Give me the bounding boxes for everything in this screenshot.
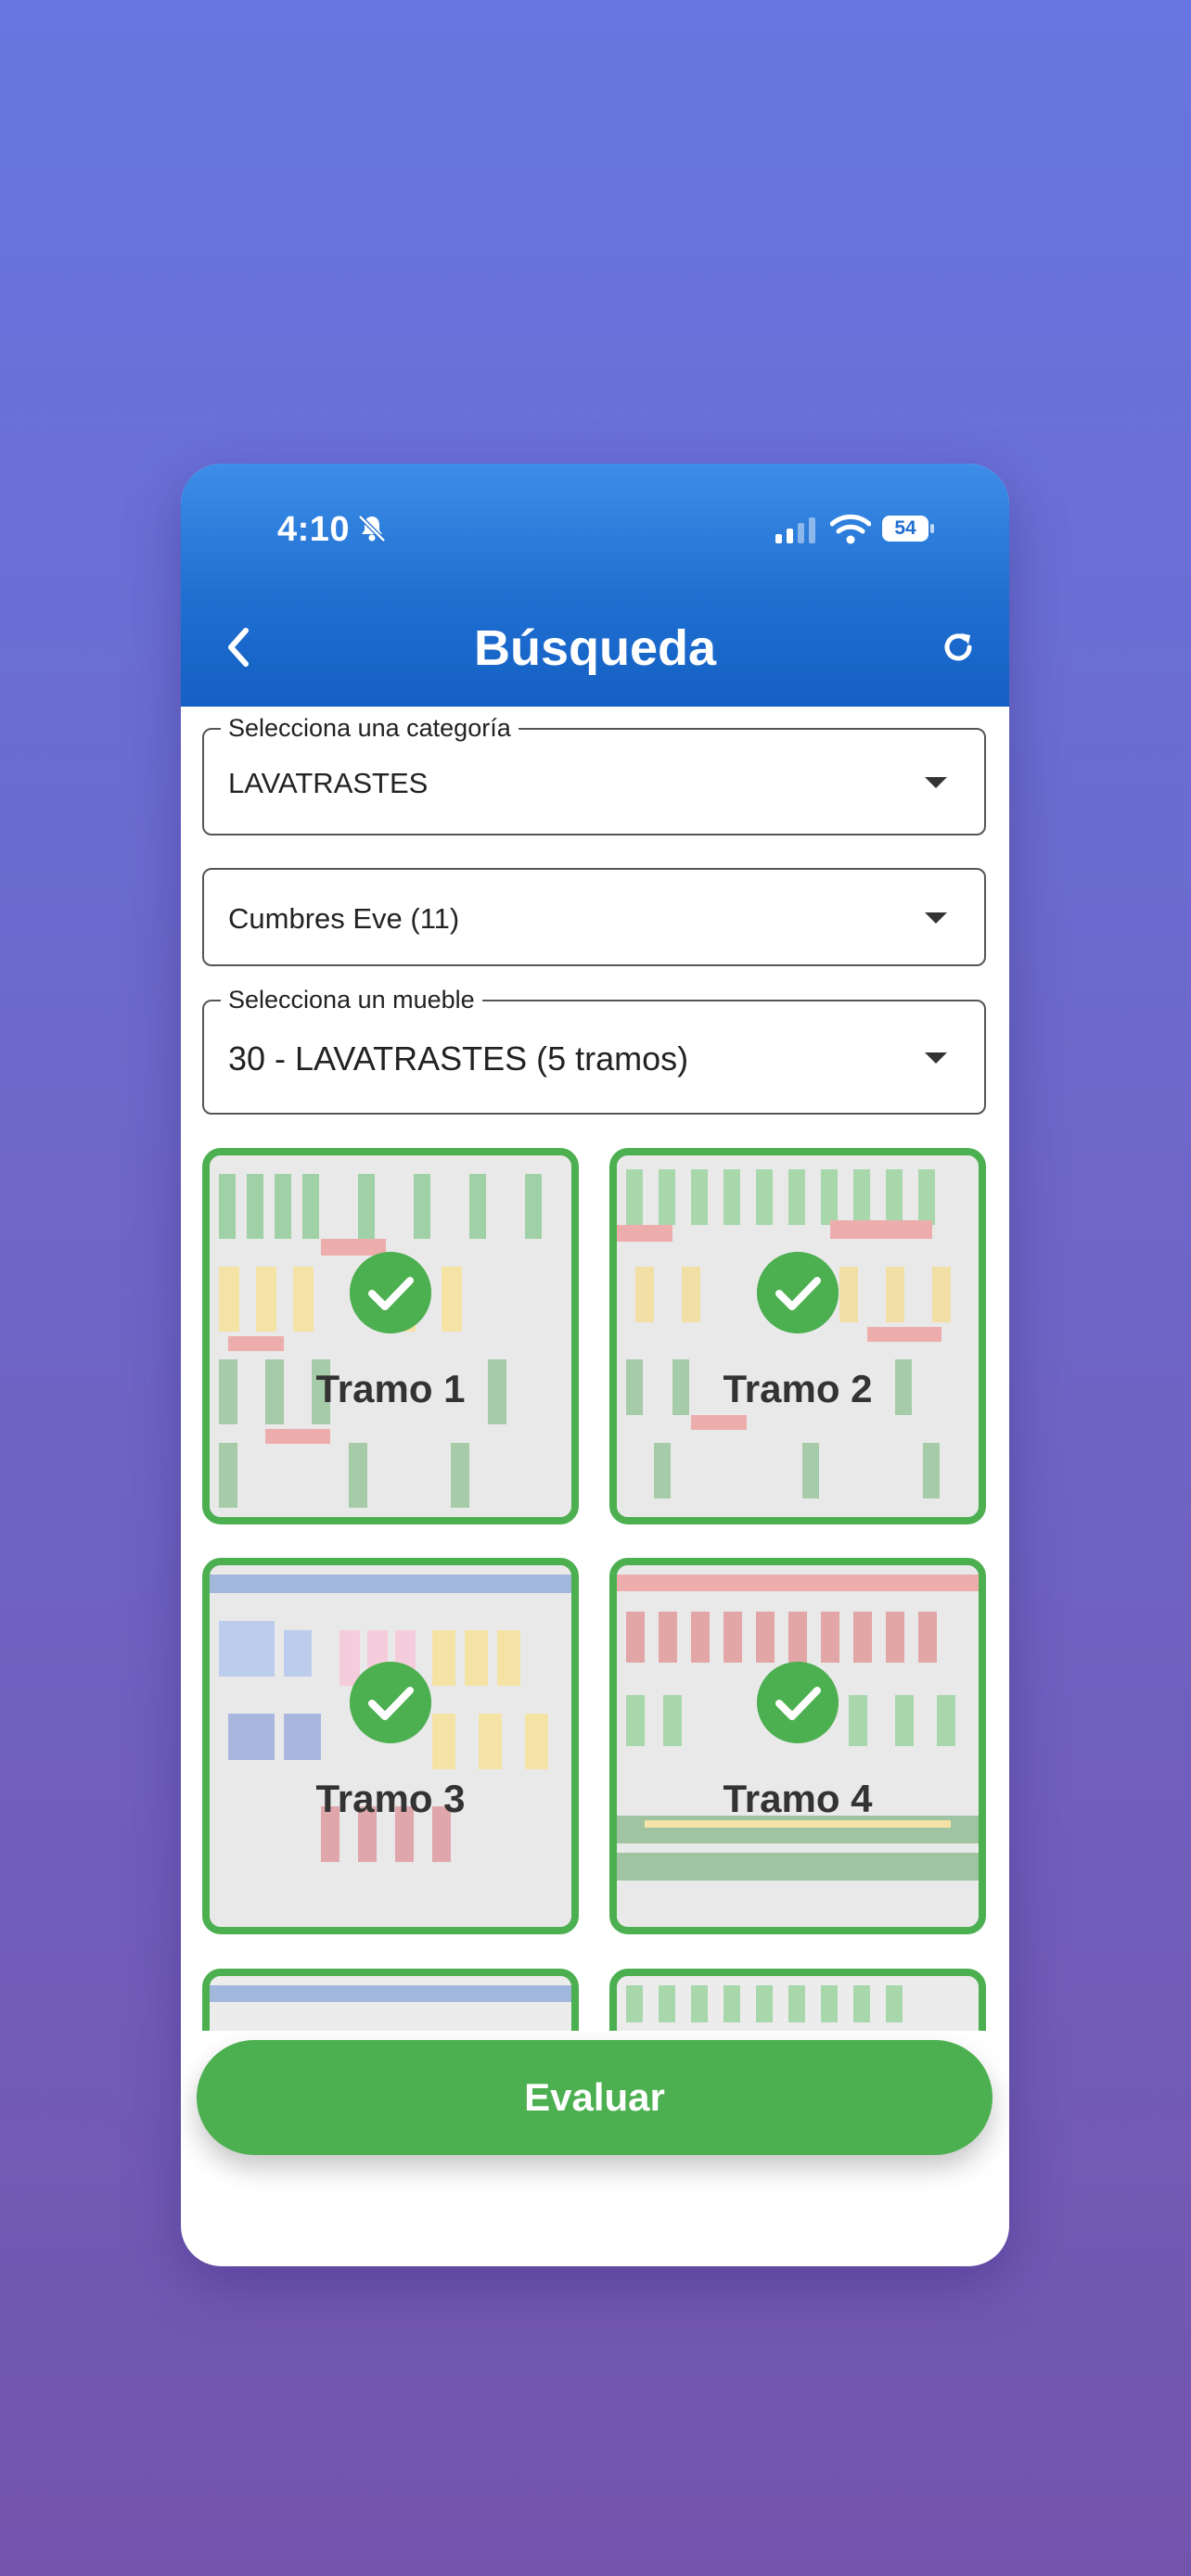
bell-slash-icon (358, 515, 386, 542)
chevron-down-icon (925, 777, 947, 788)
phone-screen: 4:10 54 Búsqueda Selecciona una categorí… (181, 464, 1009, 2266)
status-time: 4:10 (277, 510, 351, 549)
battery-level: 54 (882, 516, 928, 542)
check-icon (350, 1662, 431, 1743)
refresh-icon[interactable] (938, 627, 979, 668)
tile-tramo-4[interactable]: Tramo 4 (609, 1558, 986, 1934)
tile-tramo-3[interactable]: Tramo 3 (202, 1558, 579, 1934)
tile-label: Tramo 4 (723, 1777, 873, 1820)
tile-grid-viewport: Tramo 1 Tramo 2 (181, 1148, 1009, 1565)
check-icon (757, 1662, 839, 1743)
check-icon (350, 1252, 431, 1333)
store-select-value: Cumbres Eve (11) (228, 902, 460, 935)
tile-tramo-6[interactable] (609, 1969, 986, 2031)
tile-label: Tramo 3 (315, 1777, 466, 1820)
tile-tramo-5[interactable] (202, 1969, 579, 2031)
evaluate-button[interactable]: Evaluar (197, 2040, 992, 2155)
category-select-label: Selecciona una categoría (221, 714, 519, 743)
app-bar: 4:10 54 Búsqueda (181, 464, 1009, 707)
category-select[interactable]: Selecciona una categoría LAVATRASTES (202, 714, 986, 835)
chevron-down-icon (925, 912, 947, 924)
wifi-icon (830, 514, 871, 544)
category-select-value: LAVATRASTES (228, 767, 429, 799)
tile-label: Tramo 2 (723, 1367, 873, 1410)
tile-tramo-1[interactable]: Tramo 1 (202, 1148, 579, 1524)
chevron-down-icon (925, 1052, 947, 1064)
page-title: Búsqueda (473, 620, 717, 676)
furniture-select[interactable]: Selecciona un mueble 30 - LAVATRASTES (5… (202, 986, 986, 1115)
tile-grid-viewport-lower: Tramo 3 Tramo 4 (181, 1558, 1009, 2031)
cellular-signal-icon (775, 517, 815, 543)
check-icon (757, 1252, 839, 1333)
tile-tramo-2[interactable]: Tramo 2 (609, 1148, 986, 1524)
furniture-select-value: 30 - LAVATRASTES (5 tramos) (228, 1039, 689, 1078)
furniture-select-label: Selecciona un mueble (221, 986, 482, 1014)
battery-icon: 54 (882, 516, 936, 542)
tile-grid: Tramo 1 Tramo 2 (202, 1148, 986, 1565)
tile-label: Tramo 1 (315, 1367, 466, 1410)
store-select[interactable]: Cumbres Eve (11) (202, 868, 986, 966)
